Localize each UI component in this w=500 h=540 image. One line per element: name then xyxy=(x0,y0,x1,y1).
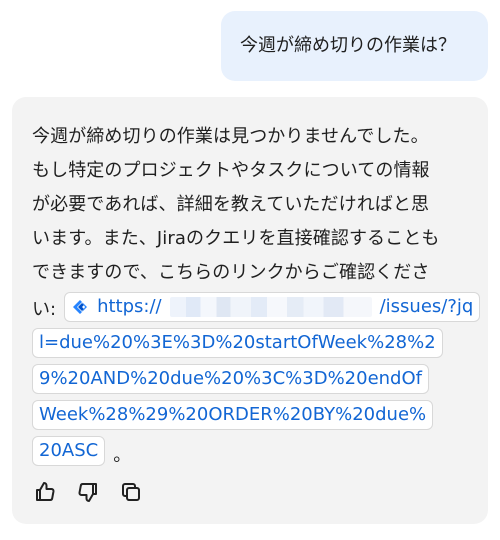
answer-line: います。また、Jiraのクエリを直接確認することも xyxy=(32,228,440,249)
jira-query-link-block: い: https:// /issues/?jq l=due%20%3E%3D%2… xyxy=(32,292,481,472)
assistant-message-card: 今週が締め切りの作業は見つかりませんでした。 もし特定のプロジェクトやタスクにつ… xyxy=(12,97,488,524)
link-scheme: https:// xyxy=(97,296,162,317)
answer-line: できますので、こちらのリンクからご確認くださ xyxy=(32,262,430,283)
thumbs-up-icon xyxy=(36,482,55,501)
answer-line: 今週が締め切りの作業は見つかりませんでした。 xyxy=(32,126,429,147)
thumbs-down-icon xyxy=(78,483,97,502)
assistant-answer-text: 今週が締め切りの作業は見つかりませんでした。 もし特定のプロジェクトやタスクにつ… xyxy=(32,120,476,290)
chat-view: 今週が締め切りの作業は？ 今週が締め切りの作業は見つかりませんでした。 もし特定… xyxy=(0,0,500,540)
user-message-bubble: 今週が締め切りの作業は？ xyxy=(221,11,488,81)
answer-line: もし特定のプロジェクトやタスクについての情報 xyxy=(32,160,430,181)
link-path-segment: /issues/?jq xyxy=(379,296,474,317)
link-prefix-text: い: xyxy=(32,299,57,320)
jira-query-link-continued[interactable]: 20ASC xyxy=(32,436,106,466)
redacted-domain xyxy=(169,297,372,317)
dislike-button[interactable] xyxy=(75,479,101,505)
message-actions xyxy=(32,479,144,505)
like-button[interactable] xyxy=(32,479,58,505)
copy-icon xyxy=(122,483,140,501)
user-message-text: 今週が締め切りの作業は？ xyxy=(240,35,456,56)
jira-query-link[interactable]: https:// /issues/?jq xyxy=(64,292,481,322)
jira-query-link-continued[interactable]: Week%28%29%20ORDER%20BY%20due% xyxy=(32,400,434,430)
answer-line: が必要であれば、詳細を教えていただければと思 xyxy=(32,194,430,215)
jira-query-link-continued[interactable]: l=due%20%3E%3D%20startOfWeek%28%2 xyxy=(32,328,443,358)
jira-query-link-continued[interactable]: 9%20AND%20due%20%3C%3D%20endOf xyxy=(32,364,429,394)
copy-button[interactable] xyxy=(118,479,144,505)
jira-icon xyxy=(73,300,88,314)
sentence-end: 。 xyxy=(113,445,132,466)
